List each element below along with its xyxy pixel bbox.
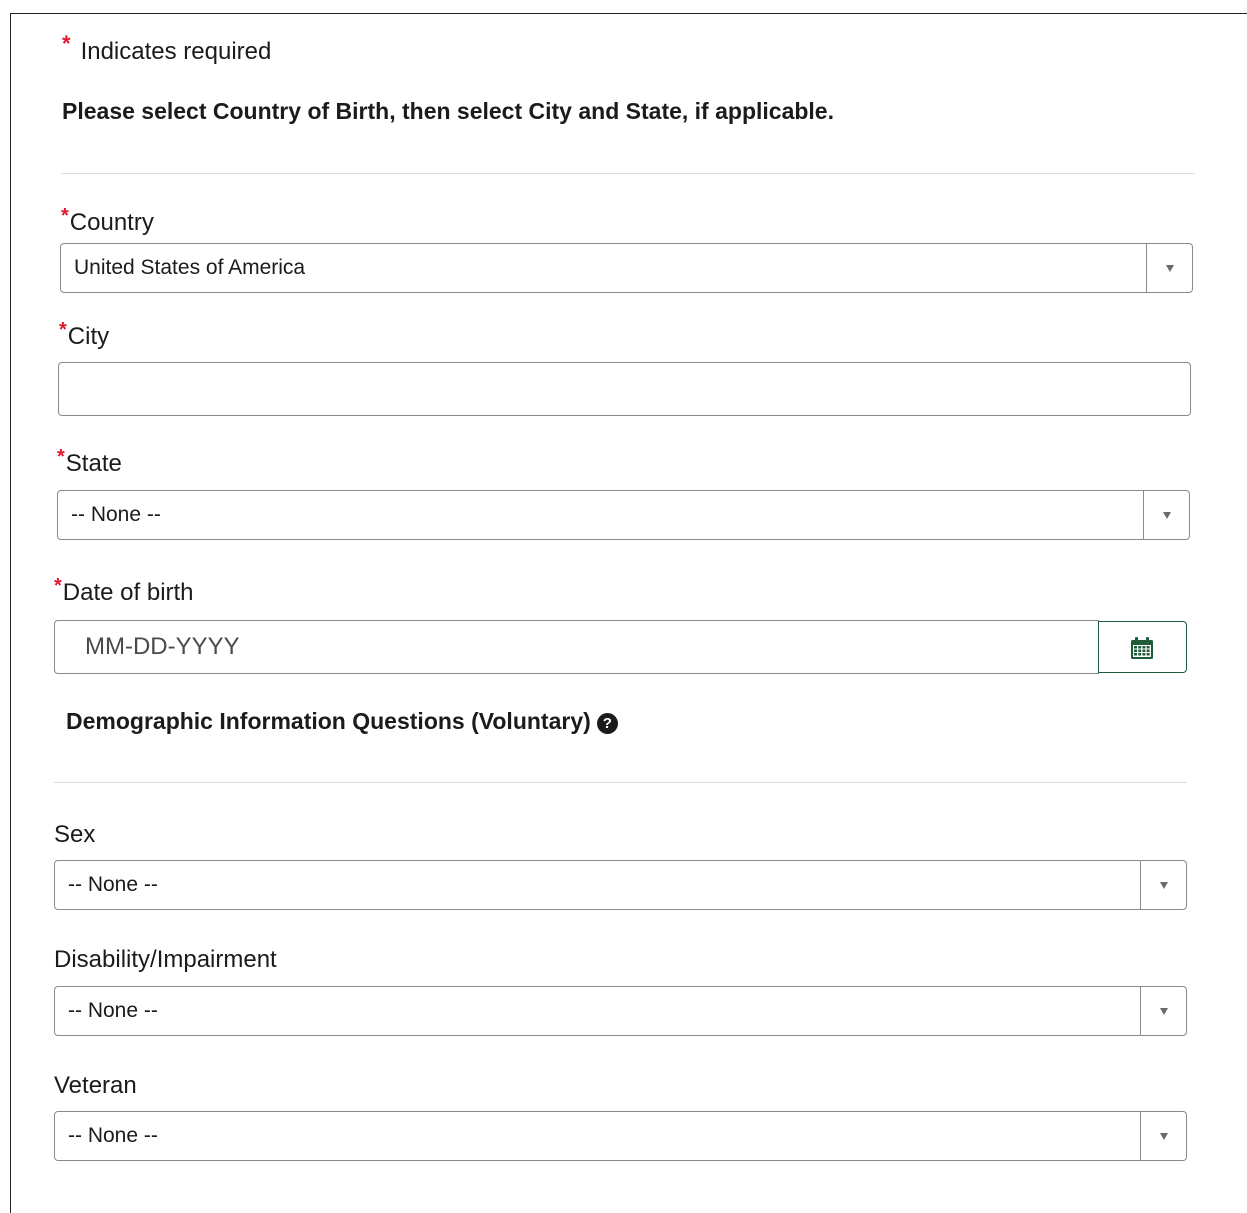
section-divider — [54, 782, 1187, 783]
disability-select[interactable]: -- None -- — [54, 986, 1187, 1036]
chevron-down-icon — [1166, 265, 1174, 272]
required-note-text: Indicates required — [80, 38, 272, 65]
chevron-down-icon — [1160, 882, 1168, 889]
question-circle-icon[interactable]: ? — [596, 713, 618, 734]
chevron-down-icon — [1160, 1008, 1168, 1015]
state-label: *State — [57, 446, 122, 480]
required-star: * — [59, 319, 67, 341]
state-select-value: -- None -- — [71, 503, 161, 526]
veteran-select[interactable]: -- None -- — [54, 1111, 1187, 1161]
section-divider — [61, 173, 1195, 174]
city-label: *City — [59, 319, 110, 353]
disability-label: Disability/Impairment — [54, 946, 277, 973]
required-star: * — [54, 575, 62, 597]
sex-select-value: -- None -- — [68, 873, 158, 896]
select-separator — [1140, 1112, 1141, 1160]
sex-label: Sex — [54, 821, 96, 848]
demographic-heading-text: Demographic Information Questions (Volun… — [66, 708, 591, 734]
required-star: * — [61, 205, 69, 227]
state-select[interactable]: -- None -- — [57, 490, 1190, 540]
disability-select-value: -- None -- — [68, 999, 158, 1022]
date-of-birth-label-text: Date of birth — [62, 579, 194, 606]
calendar-icon — [1131, 637, 1153, 659]
date-of-birth-label: *Date of birth — [54, 575, 194, 609]
select-separator — [1146, 244, 1147, 292]
country-select-value: United States of America — [74, 256, 306, 279]
calendar-button[interactable] — [1098, 621, 1187, 673]
chevron-down-icon — [1160, 1133, 1168, 1140]
state-label-text: State — [65, 450, 122, 477]
demographic-heading: Demographic Information Questions (Volun… — [66, 708, 618, 735]
city-label-text: City — [67, 323, 110, 350]
required-star: * — [62, 31, 71, 56]
required-note: * Indicates required — [62, 31, 272, 68]
select-separator — [1140, 987, 1141, 1035]
country-label-text: Country — [69, 209, 154, 236]
veteran-select-value: -- None -- — [68, 1124, 158, 1147]
sex-select[interactable]: -- None -- — [54, 860, 1187, 910]
date-of-birth-input[interactable] — [54, 620, 1099, 674]
veteran-label: Veteran — [54, 1072, 137, 1099]
instruction-text: Please select Country of Birth, then sel… — [62, 98, 834, 124]
city-input[interactable] — [58, 362, 1191, 416]
country-select[interactable]: United States of America — [60, 243, 1193, 293]
select-separator — [1143, 491, 1144, 539]
required-star: * — [57, 446, 65, 468]
country-label: *Country — [61, 205, 154, 239]
select-separator — [1140, 861, 1141, 909]
chevron-down-icon — [1163, 512, 1171, 519]
